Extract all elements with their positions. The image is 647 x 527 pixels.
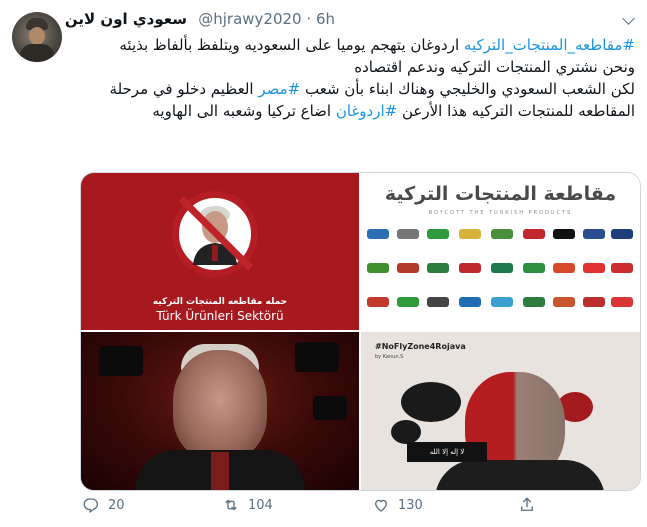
timestamp[interactable]: 6h (316, 10, 335, 28)
portrait (173, 350, 267, 460)
reply-button[interactable]: 20 (82, 496, 125, 514)
brand-logo (611, 297, 633, 307)
brand-logo (611, 263, 633, 273)
media-image-4[interactable]: لا إله إلا الله #NoFlyZone4Rojava by Kan… (361, 332, 640, 490)
media-grid: حمله مقاطعه المنتجات التركيه Türk Ürünle… (80, 172, 641, 491)
separator: · (306, 10, 312, 28)
boycott-subtitle: BOYCOTT THE TURKISH PRODUCTS (428, 210, 573, 216)
handle[interactable]: @hjrawy2020 (198, 10, 301, 28)
retweet-icon (225, 499, 237, 511)
boycott-title: مقاطعة المنتجات التركية (384, 183, 617, 205)
brand-logo (397, 297, 419, 307)
hashtag-link[interactable]: #مصر (258, 80, 300, 98)
black-flag (313, 396, 347, 420)
retweet-button[interactable]: 104 (222, 496, 273, 514)
brand-logo (523, 263, 545, 273)
brand-logo (583, 229, 605, 239)
handle-time: @hjrawy2020 · 6h (198, 10, 335, 28)
tweet-text-segment: اردوغان يتهجم يوميا على السعوديه ويتلفظ … (119, 36, 464, 54)
media-image-3[interactable] (81, 332, 359, 490)
brand-logo (491, 229, 513, 239)
tweet-text-segment: اضاع تركيا وشعبه الى الهاويه (152, 102, 336, 120)
brand-logo (553, 229, 575, 239)
brand-logo (367, 297, 389, 307)
tweet-actions: 20 104 130 (80, 496, 640, 520)
brand-logo (523, 297, 545, 307)
brand-logo (427, 229, 449, 239)
hashtag-link[interactable]: #مقاطعه_المنتجات_التركيه (464, 36, 635, 54)
image-caption-tr: Türk Ürünleri Sektörü (156, 309, 284, 323)
brand-logo (367, 229, 389, 239)
brand-logo (427, 263, 449, 273)
brand-logo (397, 229, 419, 239)
media-image-1[interactable]: حمله مقاطعه المنتجات التركيه Türk Ürünle… (81, 173, 359, 330)
display-name[interactable]: سعودي اون لاين (65, 10, 187, 28)
brand-logo (491, 297, 513, 307)
tweet-text-segment: لكن الشعب السعودي والخليجي وهناك ابناء ب… (300, 80, 635, 98)
brand-logo (397, 263, 419, 273)
brand-logo (583, 297, 605, 307)
black-flag (295, 342, 339, 372)
hashtag-link[interactable]: #اردوغان (336, 102, 397, 120)
retweet-count: 104 (248, 497, 273, 513)
tweet-header: سعودي اون لاين @hjrawy2020 · 6h (0, 10, 647, 32)
brand-logo (553, 263, 575, 273)
heart-icon (375, 499, 387, 512)
image-caption-ar: حمله مقاطعه المنتجات التركيه (152, 297, 288, 307)
brand-logo (611, 229, 633, 239)
black-flag (99, 346, 143, 376)
share-icon (521, 497, 533, 511)
brand-logo-grid (367, 225, 635, 325)
tweet-text: #مقاطعه_المنتجات_التركيه اردوغان يتهجم ي… (80, 34, 635, 122)
tweet-text-line: ونحن نشتري المنتجات التركيه وندعم اقتصاد… (354, 58, 635, 76)
brand-logo (367, 263, 389, 273)
brand-logo (583, 263, 605, 273)
like-button[interactable]: 130 (372, 496, 423, 514)
brand-logo (491, 263, 513, 273)
share-button[interactable] (518, 496, 536, 514)
flag-inscription: لا إله إلا الله (407, 442, 487, 462)
image-hashtag: #NoFlyZone4Rojava (375, 342, 466, 351)
like-count: 130 (398, 497, 423, 513)
brand-logo (459, 229, 481, 239)
reply-icon (83, 498, 98, 514)
media-image-2[interactable]: مقاطعة المنتجات التركية BOYCOTT THE TURK… (361, 173, 640, 330)
brand-logo (427, 297, 449, 307)
reply-count: 20 (108, 497, 125, 513)
brand-logo (459, 297, 481, 307)
brand-logo (523, 229, 545, 239)
brand-logo (459, 263, 481, 273)
brand-logo (553, 297, 575, 307)
image-byline: by Kanun.S (375, 354, 404, 360)
